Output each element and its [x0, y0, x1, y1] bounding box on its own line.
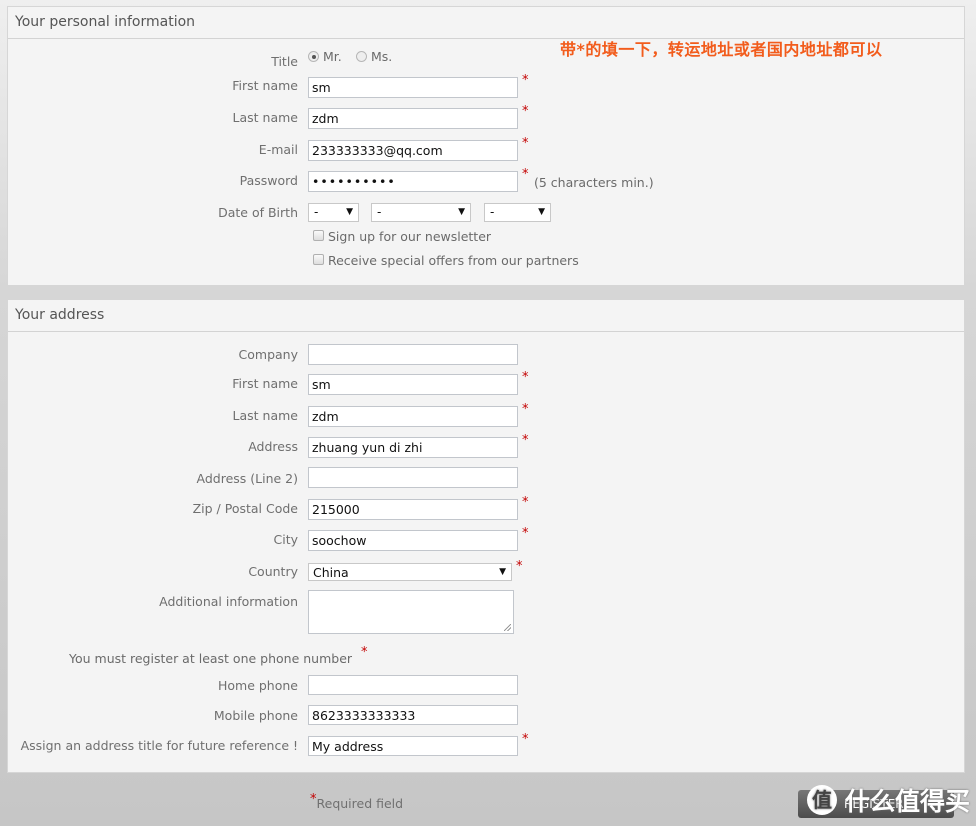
city-input[interactable]: soochow	[308, 530, 518, 551]
required-field-note: *Required field	[310, 792, 404, 811]
address-first-name-input[interactable]: sm	[308, 374, 518, 395]
dropdown-arrow-icon: ▼	[538, 207, 545, 217]
radio-unchecked-icon	[356, 51, 367, 62]
zip-label: Zip / Postal Code	[192, 501, 298, 516]
watermark-logo-icon: 值	[807, 785, 837, 815]
last-name-label: Last name	[232, 110, 298, 125]
address-panel: Your address Company First name sm * Las…	[7, 299, 965, 773]
dob-day-select[interactable]: - ▼	[308, 203, 359, 222]
address-alias-label: Assign an address title for future refer…	[20, 738, 298, 753]
password-input[interactable]: ••••••••••	[308, 171, 518, 192]
checkbox-icon	[313, 254, 324, 265]
required-marker: *	[522, 402, 529, 417]
dropdown-arrow-icon: ▼	[499, 567, 506, 577]
first-name-label: First name	[232, 78, 298, 93]
address-input[interactable]: zhuang yun di zhi	[308, 437, 518, 458]
dropdown-arrow-icon: ▼	[346, 207, 353, 217]
title-radio-mr[interactable]: Mr.	[308, 49, 342, 64]
company-input[interactable]	[308, 344, 518, 365]
additional-info-label: Additional information	[159, 594, 298, 609]
address-heading: Your address	[8, 300, 964, 332]
checkbox-icon	[313, 230, 324, 241]
newsletter-checkbox[interactable]: Sign up for our newsletter	[313, 229, 491, 244]
phone-requirement-note: You must register at least one phone num…	[69, 651, 353, 666]
address2-input[interactable]	[308, 467, 518, 488]
required-marker: *	[516, 559, 523, 574]
required-marker: *	[361, 645, 368, 660]
annotation-note: 带*的填一下，转运地址或者国内地址都可以	[560, 40, 883, 59]
title-radio-ms[interactable]: Ms.	[356, 49, 392, 64]
address-first-name-label: First name	[232, 376, 298, 391]
required-marker: *	[522, 73, 529, 88]
first-name-input[interactable]: sm	[308, 77, 518, 98]
resize-grip-icon[interactable]	[504, 624, 511, 631]
personal-info-heading: Your personal information	[8, 7, 964, 39]
address-last-name-label: Last name	[232, 408, 298, 423]
required-marker: *	[522, 167, 529, 182]
required-marker: *	[522, 104, 529, 119]
company-label: Company	[238, 347, 298, 362]
title-label: Title	[271, 54, 298, 69]
dob-year-select[interactable]: - ▼	[484, 203, 551, 222]
address-last-name-input[interactable]: zdm	[308, 406, 518, 427]
address-alias-input[interactable]: My address	[308, 736, 518, 756]
required-marker: *	[522, 370, 529, 385]
offers-checkbox[interactable]: Receive special offers from our partners	[313, 253, 579, 268]
required-marker: *	[522, 732, 529, 747]
required-marker: *	[522, 136, 529, 151]
dob-label: Date of Birth	[218, 205, 298, 220]
home-phone-input[interactable]	[308, 675, 518, 695]
city-label: City	[273, 532, 299, 547]
required-marker: *	[522, 526, 529, 541]
password-label: Password	[239, 173, 298, 188]
dropdown-arrow-icon: ▼	[458, 207, 465, 217]
watermark: 值什么值得买	[807, 782, 970, 818]
address2-label: Address (Line 2)	[196, 471, 298, 486]
last-name-input[interactable]: zdm	[308, 108, 518, 129]
password-hint: (5 characters min.)	[534, 175, 654, 190]
zip-input[interactable]: 215000	[308, 499, 518, 520]
country-label: Country	[248, 564, 298, 579]
dob-month-select[interactable]: - ▼	[371, 203, 471, 222]
home-phone-label: Home phone	[217, 678, 298, 693]
required-marker: *	[522, 495, 529, 510]
address-label: Address	[248, 439, 298, 454]
required-marker: *	[522, 433, 529, 448]
email-input[interactable]: 233333333@qq.com	[308, 140, 518, 161]
email-label: E-mail	[258, 142, 298, 157]
additional-info-textarea[interactable]	[308, 590, 514, 634]
radio-checked-icon	[308, 51, 319, 62]
mobile-phone-label: Mobile phone	[213, 708, 298, 723]
mobile-phone-input[interactable]: 8623333333333	[308, 705, 518, 725]
country-select[interactable]: China ▼	[308, 563, 512, 581]
